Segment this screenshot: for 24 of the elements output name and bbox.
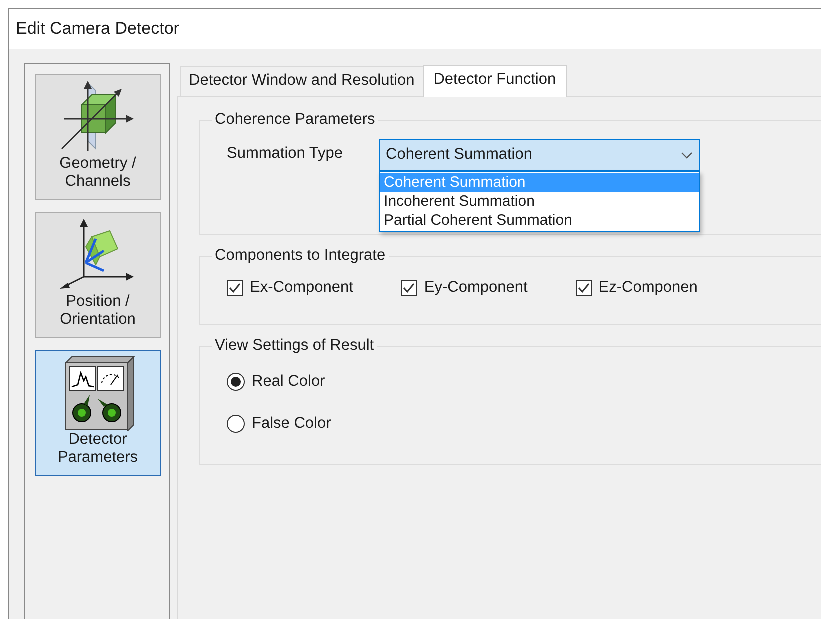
- radio-label: Real Color: [252, 373, 326, 391]
- sidebar-item[interactable]: Detector Parameters: [35, 350, 161, 476]
- group-title: Components to Integrate: [214, 247, 387, 265]
- checkbox[interactable]: [227, 280, 243, 296]
- checkbox-label: Ey-Component: [424, 279, 528, 297]
- checkbox-label: Ez-Componen: [598, 279, 698, 297]
- radio-button[interactable]: [227, 373, 245, 391]
- tab[interactable]: Detector Window and Resolution: [180, 66, 424, 96]
- window-title: Edit Camera Detector: [16, 19, 180, 39]
- checkbox[interactable]: [576, 280, 592, 296]
- radio-button[interactable]: [227, 415, 245, 433]
- dropdown[interactable]: Coherent Summation: [379, 139, 700, 171]
- chevron-icon: [681, 152, 694, 158]
- group-title: Coherence Parameters: [214, 111, 376, 129]
- checkbox-label: Ex-Component: [250, 279, 354, 297]
- tab[interactable]: Detector Function: [422, 65, 568, 97]
- sidebar-item[interactable]: Position / Orientation: [35, 212, 161, 338]
- dropdown-option[interactable]: Partial Coherent Summation: [380, 211, 700, 230]
- dropdown-option[interactable]: Incoherent Summation: [380, 192, 700, 211]
- checkbox[interactable]: [401, 280, 418, 296]
- sidebar-item[interactable]: Geometry / Channels: [35, 74, 161, 200]
- group-title: View Settings of Result: [214, 337, 376, 355]
- field-label: Summation Type: [227, 144, 344, 163]
- radio-label: False Color: [252, 415, 332, 433]
